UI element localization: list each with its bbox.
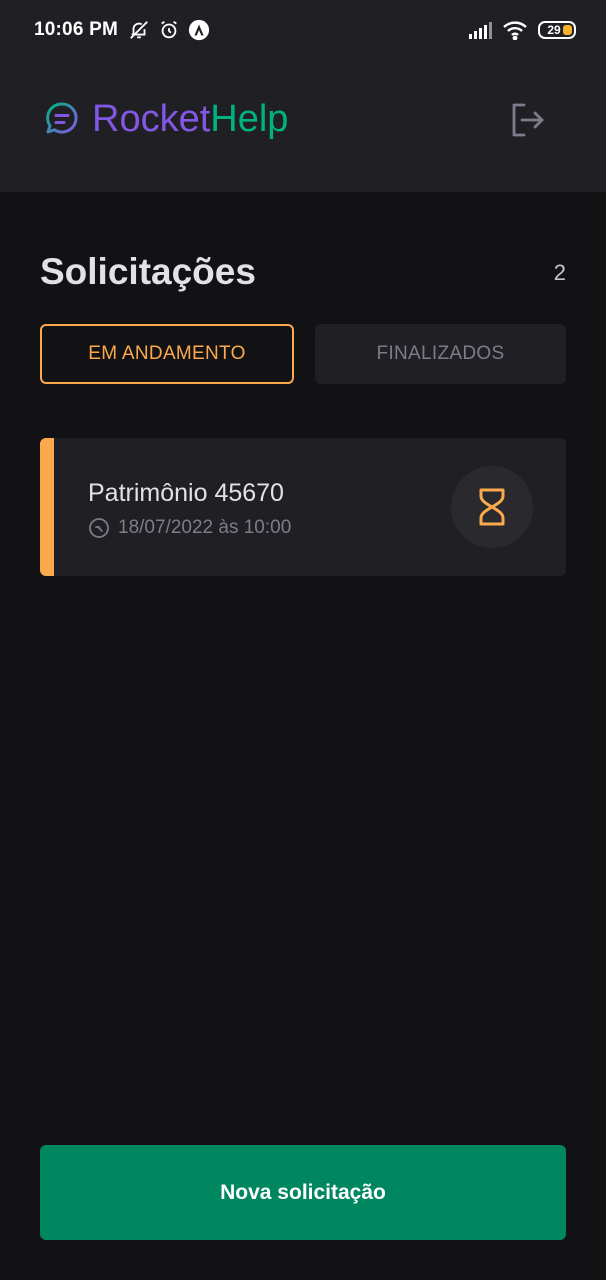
filter-finished-button[interactable]: FINALIZADOS	[315, 324, 566, 384]
battery-level	[563, 25, 572, 35]
clock-icon	[89, 518, 109, 538]
chat-bubble-icon	[46, 102, 78, 134]
battery-icon: 29	[538, 21, 576, 39]
wifi-icon	[503, 21, 527, 40]
order-title: Patrimônio 45670	[88, 479, 284, 507]
brand-name-help: Help	[210, 98, 289, 140]
filter-in-progress-button[interactable]: EM ANDAMENTO	[40, 324, 294, 384]
alarm-icon	[161, 20, 177, 39]
status-right-icons: 29	[468, 0, 576, 60]
order-status-indicator	[451, 466, 533, 548]
sign-out-icon	[512, 103, 544, 137]
order-status-bar	[40, 438, 54, 576]
page-title: Solicitações	[40, 251, 256, 292]
signal-icon	[469, 22, 492, 39]
brand-name-rocket: Rocket	[92, 98, 211, 140]
status-bar: 10:06 PM 29	[0, 0, 606, 60]
new-request-button[interactable]: Nova solicitação	[40, 1145, 566, 1240]
status-left-icons	[128, 19, 210, 41]
app-notification-icon	[188, 19, 210, 41]
app-screen: 10:06 PM 29 RocketHelp Solicitações 2 EM…	[0, 0, 606, 1280]
order-datetime: 18/07/2022 às 10:00	[118, 517, 292, 538]
orders-count: 2	[553, 260, 566, 285]
status-time: 10:06 PM	[34, 19, 118, 40]
brand-logo: RocketHelp	[44, 98, 288, 140]
battery-text: 29	[547, 23, 561, 37]
notifications-off-icon	[130, 21, 148, 39]
hourglass-icon	[479, 488, 505, 526]
brand-name: RocketHelp	[92, 98, 288, 140]
order-meta: 18/07/2022 às 10:00	[88, 516, 291, 540]
order-card[interactable]: Patrimônio 45670 18/07/2022 às 10:00	[40, 438, 566, 576]
header: 10:06 PM 29 RocketHelp	[0, 0, 606, 192]
logout-button[interactable]	[506, 100, 548, 140]
